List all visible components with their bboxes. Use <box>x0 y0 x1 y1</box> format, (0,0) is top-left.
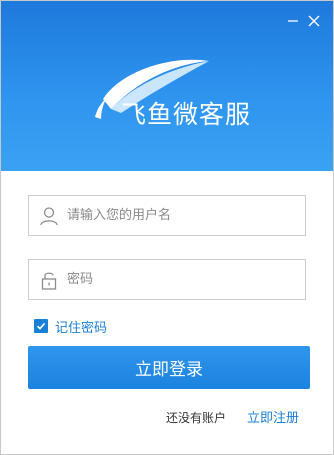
remember-password-checkbox[interactable]: 记住密码 <box>34 317 108 336</box>
password-input[interactable] <box>67 260 297 299</box>
login-window: 飞鱼微客服 记住密码 立即登录 还没有账户 立即注册 <box>0 0 334 455</box>
close-icon <box>308 15 320 27</box>
app-logo: 飞鱼微客服 <box>81 51 261 133</box>
minimize-button[interactable] <box>283 11 303 31</box>
username-field[interactable] <box>28 195 306 236</box>
login-button[interactable]: 立即登录 <box>28 346 310 389</box>
lock-icon <box>41 272 57 290</box>
brand-name: 飞鱼微客服 <box>121 100 252 129</box>
remember-password-label: 记住密码 <box>55 320 108 336</box>
checkmark-icon <box>36 322 46 330</box>
username-input[interactable] <box>67 196 297 235</box>
close-button[interactable] <box>304 11 324 31</box>
user-icon <box>40 207 58 226</box>
header-banner: 飞鱼微客服 <box>1 1 333 171</box>
register-link[interactable]: 立即注册 <box>247 407 299 426</box>
minimize-icon <box>288 20 298 22</box>
checkbox-checked[interactable] <box>34 319 48 333</box>
password-field[interactable] <box>28 259 306 300</box>
no-account-text: 还没有账户 <box>166 411 227 425</box>
